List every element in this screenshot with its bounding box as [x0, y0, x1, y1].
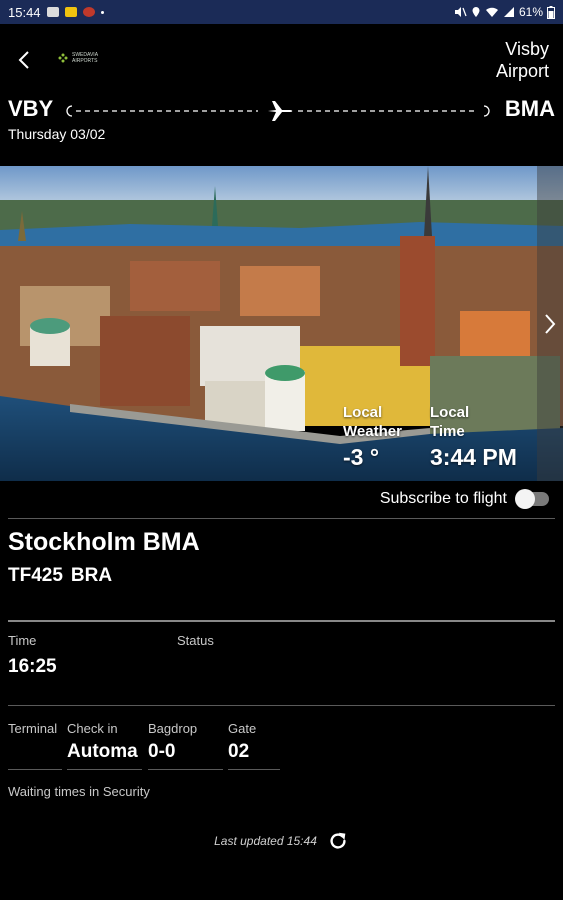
airport-title: Visby Airport [496, 38, 549, 82]
swedavia-logo: SWEDAVIA AIRPORTS [58, 52, 112, 64]
wifi-icon [485, 7, 498, 17]
checkin-label: Check in [67, 721, 118, 736]
terminal-label: Terminal [8, 721, 58, 736]
checkin-value: Automa [67, 741, 138, 762]
chevron-right-icon [545, 313, 556, 334]
status-label: Status [177, 633, 214, 648]
local-weather-label: Local Weather [343, 403, 402, 441]
next-photo-button[interactable] [537, 166, 563, 481]
mute-icon [454, 7, 467, 17]
security-wait-label: Waiting times in Security [8, 784, 150, 799]
flight-date: Thursday 03/02 [8, 126, 106, 142]
signal-icon [503, 7, 514, 17]
logo-text: SWEDAVIA AIRPORTS [72, 52, 98, 64]
time-label-line1: Local [430, 404, 470, 421]
weather-label-line1: Local [343, 404, 383, 421]
local-weather-value: -3 ° [343, 444, 380, 470]
time-label-line2: Time [430, 423, 465, 440]
flight-number: TF425 [8, 565, 63, 586]
destination-name: Stockholm BMA [8, 528, 200, 556]
status-bar: 15:44 61% [0, 0, 563, 24]
divider [8, 620, 555, 622]
app-notification-icon [82, 7, 95, 17]
time-label: Time [8, 633, 37, 648]
subscribe-label: Subscribe to flight [379, 490, 507, 507]
chevron-left-icon [18, 51, 29, 69]
gate-label: Gate [228, 721, 257, 736]
gate-underline [228, 769, 280, 770]
bagdrop-value: 0-0 [148, 741, 176, 762]
battery-icon [547, 5, 555, 19]
terminal-underline [8, 769, 62, 770]
stockholm-cityscape-image [0, 166, 563, 481]
refresh-icon[interactable] [327, 830, 349, 852]
battery-level: 61% [518, 5, 543, 19]
more-notifications-icon [100, 10, 104, 14]
destination-code: BMA [504, 96, 555, 121]
back-button[interactable] [12, 46, 36, 74]
route-bar: VBY BMA [0, 96, 563, 126]
airport-title-line1: Visby [505, 39, 549, 59]
logo-mark-icon [58, 53, 68, 63]
weather-label-line2: Weather [343, 423, 402, 440]
app-notification-icon [64, 7, 77, 17]
subscribe-row: Subscribe to flight [379, 489, 549, 509]
checkin-underline [67, 769, 142, 770]
destination-photo: Local Weather Local Time -3 ° 3:44 PM [0, 166, 563, 481]
divider [8, 705, 555, 706]
subscribe-toggle[interactable] [515, 489, 549, 509]
flight-identifiers: TF425 BRA [8, 565, 112, 587]
gallery-notification-icon [46, 7, 59, 17]
location-icon [472, 7, 480, 17]
bagdrop-underline [148, 769, 223, 770]
clock: 15:44 [8, 4, 41, 20]
last-updated-row: Last updated 15:44 [0, 830, 563, 852]
airport-title-line2: Airport [495, 61, 549, 81]
bagdrop-label: Bagdrop [148, 721, 198, 736]
local-time-value: 3:44 PM [430, 444, 517, 470]
divider [8, 518, 555, 519]
origin-code: VBY [8, 96, 54, 121]
gate-value: 02 [228, 741, 250, 762]
local-time-label: Local Time [430, 403, 469, 441]
departure-time-value: 16:25 [8, 656, 57, 677]
last-updated-text: Last updated 15:44 [214, 834, 317, 848]
airplane-icon [268, 101, 293, 121]
airline-code: BRA [70, 565, 113, 586]
